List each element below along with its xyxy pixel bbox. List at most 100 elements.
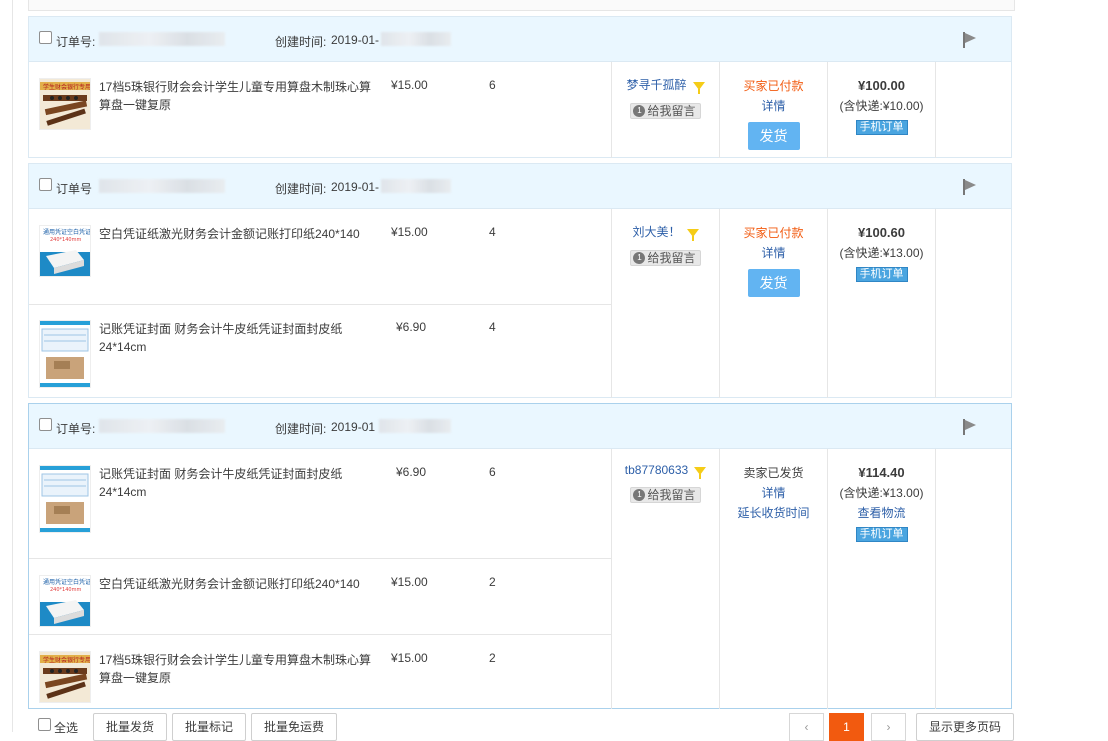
created-time-label: 创建时间:	[275, 182, 327, 196]
buyer-cell: 刘大美！ 1 给我留言	[612, 223, 719, 266]
next-page-button[interactable]: ›	[871, 713, 906, 741]
buyer-name[interactable]: 刘大美！	[632, 223, 680, 240]
ship-button[interactable]: 发货	[747, 122, 800, 150]
order-total: ¥100.00	[858, 78, 905, 93]
batch-free-shipping-button[interactable]: 批量免运费	[251, 713, 337, 741]
item-quantity: 4	[489, 320, 496, 334]
order-item: 记账凭证封面 财务会计牛皮纸凭证封面封皮纸24*14cm ¥6.90 6	[29, 449, 611, 559]
message-bubble-icon: 1	[633, 489, 646, 501]
flag-icon[interactable]	[963, 419, 977, 435]
shipping-fee-note: (含快递:¥13.00)	[839, 246, 924, 260]
item-quantity: 6	[489, 78, 496, 92]
mobile-order-badge: 手机订单	[855, 267, 908, 282]
amount-cell: ¥114.40 (含快递:¥13.00) 查看物流 手机订单	[828, 463, 935, 543]
ship-button[interactable]: 发货	[747, 269, 800, 297]
order-checkbox[interactable]	[39, 418, 52, 431]
created-time-value: 2019-01-	[331, 33, 380, 47]
show-more-pages-button[interactable]: 显示更多页码	[916, 713, 1014, 741]
item-quantity: 6	[489, 465, 496, 479]
item-price: ¥15.00	[391, 575, 428, 589]
leave-message-button[interactable]: 1 给我留言	[630, 103, 701, 119]
voucher-cover-thumb-icon[interactable]	[39, 320, 91, 388]
voucher-cover-thumb-icon[interactable]	[39, 465, 91, 533]
svg-text:240*140mm: 240*140mm	[50, 587, 81, 593]
page-1-button[interactable]: 1	[829, 713, 864, 741]
filter-icon[interactable]	[692, 81, 705, 94]
select-all-checkbox[interactable]	[38, 718, 51, 731]
order-header: 订单号: 创建时间: 2019-01	[29, 404, 1011, 449]
item-title[interactable]: 空白凭证纸激光财务会计金额记账打印纸240*140	[99, 225, 379, 243]
filter-icon[interactable]	[686, 228, 699, 241]
voucher-paper-thumb-icon[interactable]: 通用凭证空白凭证纸240*140mm	[39, 575, 91, 627]
order-status: 买家已付款	[743, 226, 804, 240]
detail-link[interactable]: 详情	[720, 96, 827, 116]
order-body: 记账凭证封面 财务会计牛皮纸凭证封面封皮纸24*14cm ¥6.90 6 通用凭…	[29, 449, 1011, 709]
abacus-thumb-icon[interactable]: 学生财会银行专用	[39, 651, 91, 703]
mobile-order-badge: 手机订单	[855, 120, 908, 135]
prev-page-button[interactable]: ‹	[789, 713, 824, 741]
shipping-fee-note: (含快递:¥10.00)	[839, 99, 924, 113]
buyer-name[interactable]: tb87780633	[625, 463, 688, 477]
item-title[interactable]: 17档5珠银行财会会计学生儿童专用算盘木制珠心算算盘一键复原	[99, 78, 379, 114]
order-number-redacted	[99, 179, 225, 193]
detail-link[interactable]: 详情	[720, 483, 827, 503]
amount-cell: ¥100.60 (含快递:¥13.00) 手机订单	[828, 223, 935, 283]
item-title[interactable]: 记账凭证封面 财务会计牛皮纸凭证封面封皮纸24*14cm	[99, 465, 379, 501]
flag-icon[interactable]	[963, 179, 977, 195]
mobile-order-badge: 手机订单	[855, 527, 908, 542]
column-divider	[935, 62, 936, 158]
abacus-thumb-icon[interactable]: 学生财会银行专用	[39, 78, 91, 130]
amount-cell: ¥100.00 (含快递:¥10.00) 手机订单	[828, 76, 935, 136]
item-price: ¥6.90	[396, 320, 427, 334]
item-quantity: 2	[489, 575, 496, 589]
item-title[interactable]: 空白凭证纸激光财务会计金额记账打印纸240*140	[99, 575, 379, 593]
filter-icon[interactable]	[694, 466, 707, 479]
column-divider	[935, 449, 936, 709]
voucher-paper-thumb-icon[interactable]: 通用凭证空白凭证纸240*140mm	[39, 225, 91, 277]
order-number-label: 订单号:	[56, 422, 96, 436]
order-status: 卖家已发货	[743, 466, 804, 480]
order-item: 记账凭证封面 财务会计牛皮纸凭证封面封皮纸24*14cm ¥6.90 4	[29, 304, 611, 398]
order-number-redacted	[99, 32, 225, 46]
order-body: 学生财会银行专用 17档5珠银行财会会计学生儿童专用算盘木制珠心算算盘一键复原 …	[29, 62, 1011, 158]
view-logistics-link[interactable]: 查看物流	[828, 503, 935, 523]
svg-text:240*140mm: 240*140mm	[50, 237, 81, 243]
order-item: 学生财会银行专用 17档5珠银行财会会计学生儿童专用算盘木制珠心算算盘一键复原 …	[29, 635, 611, 709]
leave-message-button[interactable]: 1 给我留言	[630, 250, 701, 266]
order-number-redacted	[99, 419, 225, 433]
order-checkbox[interactable]	[39, 178, 52, 191]
order-header: 订单号: 创建时间: 2019-01-	[29, 17, 1011, 62]
buyer-name[interactable]: 梦寻千孤醉	[626, 76, 686, 93]
detail-link[interactable]: 详情	[720, 243, 827, 263]
flag-icon[interactable]	[963, 32, 977, 48]
created-time-value: 2019-01-	[331, 180, 380, 194]
leave-message-button[interactable]: 1 给我留言	[630, 487, 701, 503]
buyer-cell: 梦寻千孤醉 1 给我留言	[612, 76, 719, 119]
order-total: ¥100.60	[858, 225, 905, 240]
order-item: 通用凭证空白凭证纸240*140mm 空白凭证纸激光财务会计金额记账打印纸240…	[29, 559, 611, 635]
item-title[interactable]: 17档5珠银行财会会计学生儿童专用算盘木制珠心算算盘一键复原	[99, 651, 379, 687]
order-card: 订单号: 创建时间: 2019-01- 学生财会银行专用 17档5珠银行财会会计…	[28, 16, 1012, 158]
column-divider	[935, 209, 936, 398]
order-number-label: 订单号:	[56, 35, 96, 49]
svg-text:学生财会银行专用: 学生财会银行专用	[43, 83, 90, 91]
order-checkbox[interactable]	[39, 31, 52, 44]
order-number-label: 订单号	[56, 182, 93, 196]
created-time-label: 创建时间:	[275, 35, 327, 49]
extend-receipt-time-link[interactable]: 延长收货时间	[720, 503, 827, 523]
batch-mark-button[interactable]: 批量标记	[172, 713, 246, 741]
leave-message-label: 给我留言	[647, 104, 696, 118]
item-quantity: 2	[489, 651, 496, 665]
buyer-cell: tb87780633 1 给我留言	[612, 463, 719, 503]
order-card: 订单号 创建时间: 2019-01- 通用凭证空白凭证纸240*140mm 空白…	[28, 163, 1012, 398]
status-cell: 卖家已发货 详情 延长收货时间	[720, 463, 827, 523]
created-time-redacted	[381, 32, 451, 46]
message-bubble-icon: 1	[633, 105, 646, 117]
item-title[interactable]: 记账凭证封面 财务会计牛皮纸凭证封面封皮纸24*14cm	[99, 320, 379, 356]
select-all-label[interactable]: 全选	[54, 719, 78, 736]
batch-ship-button[interactable]: 批量发货	[93, 713, 167, 741]
created-time-redacted	[379, 419, 451, 433]
order-header: 订单号 创建时间: 2019-01-	[29, 164, 1011, 209]
order-status: 买家已付款	[743, 79, 804, 93]
order-card: 订单号: 创建时间: 2019-01 记账凭证封面 财务会计牛皮纸凭证封面封皮纸…	[28, 403, 1012, 709]
